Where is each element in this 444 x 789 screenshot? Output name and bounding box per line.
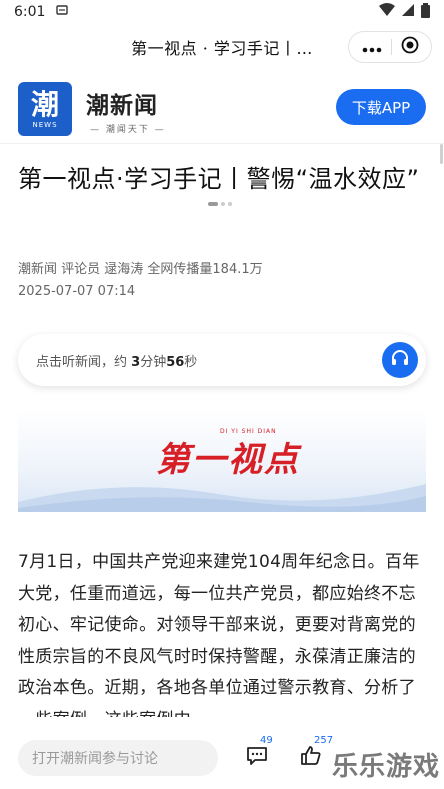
article-date: 2025-07-07 07:14: [18, 284, 136, 299]
article-body: 7月1日，中国共产党迎来建党104周年纪念日。百年大党，任重而道远，每一位共产党…: [18, 552, 420, 717]
logo-sub: NEWS: [32, 120, 58, 129]
nav-bar: 第一视点 · 学习手记丨…: [0, 24, 444, 70]
status-time: 6:01: [14, 4, 46, 20]
logo-char: 潮: [30, 87, 59, 121]
listen-news-card[interactable]: 点击听新闻，约 3分钟56秒: [18, 334, 426, 386]
status-bar: 6:01: [0, 0, 444, 24]
wifi-icon: [379, 3, 395, 21]
download-app-button[interactable]: 下载APP: [336, 89, 426, 125]
signal-icon: [401, 3, 415, 21]
more-icon[interactable]: [362, 38, 382, 57]
app-logo: 潮 NEWS: [18, 82, 72, 136]
headphones-button[interactable]: [382, 342, 418, 378]
nav-title: 第一视点 · 学习手记丨…: [131, 39, 313, 58]
comment-button[interactable]: 49: [242, 735, 273, 773]
carousel-dots: [208, 202, 232, 206]
carousel-dot: [228, 202, 232, 206]
carousel-dot: [208, 202, 218, 206]
listen-news-text: 点击听新闻，约 3分钟56秒: [36, 354, 198, 370]
comment-icon: [246, 746, 268, 770]
comment-count: 49: [260, 734, 273, 746]
like-count: 257: [314, 734, 334, 746]
article-headline: 第一视点·学习手记丨警惕“温水效应”: [18, 165, 420, 193]
capsule-divider: [390, 39, 392, 55]
comment-input[interactable]: 打开潮新闻参与讨论: [18, 739, 218, 776]
mini-program-capsule: [348, 31, 432, 63]
scrollbar[interactable]: [440, 144, 443, 164]
watermark-logo: 乐乐游戏: [331, 752, 440, 782]
brand-name: 潮新闻: [86, 93, 158, 119]
thumbs-up-icon: [300, 745, 322, 770]
battery-icon: [421, 2, 430, 22]
brand-slogan: — 潮闻天下 —: [90, 125, 166, 135]
feature-logo-sub: DI YI SHI DIAN: [220, 428, 277, 435]
article-meta: 潮新闻 评论员 逯海涛 全网传播量184.1万: [18, 262, 263, 277]
like-button[interactable]: 257: [296, 735, 333, 773]
carousel-dot: [221, 202, 225, 206]
feature-banner-image: 第一视点 DI YI SHI DIAN: [18, 410, 426, 512]
app-download-banner[interactable]: 潮 NEWS 潮新闻 — 潮闻天下 — 下载APP: [0, 70, 444, 206]
close-target-icon[interactable]: [401, 36, 419, 58]
headphones-icon: [390, 348, 410, 372]
notification-icon: [55, 3, 69, 21]
feature-logo: 第一视点: [156, 440, 300, 480]
